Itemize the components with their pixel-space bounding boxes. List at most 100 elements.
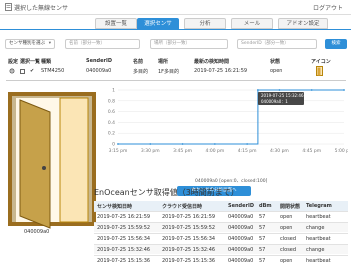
y-tick-label: 0 [112,142,115,148]
cell-senderid: 040009a0 [228,236,254,242]
series-point [278,89,281,91]
gear-icon[interactable] [9,68,15,76]
door-illustration [8,92,96,229]
y-tick-label: 0.4 [108,120,115,126]
name-search-input[interactable]: 名前（部分一致） [65,39,140,49]
tab-underline [0,29,351,30]
x-tick-label: 5:00 pm [335,148,348,154]
tab-installed-list[interactable]: 設置一覧 [95,18,137,29]
x-tick-label: 4:45 pm [302,148,321,154]
sensor-type-select[interactable]: センサ種別を選ぶ ▾ [5,39,55,49]
cell-open-state: open [280,258,293,264]
x-tick-label: 4:30 pm [270,148,289,154]
col-name: 名前 [133,59,144,65]
cell-telegram: change [306,247,325,253]
table-row: 2019-07-25 16:21:59 2019-07-25 16:21:59 04… [94,211,348,221]
tab-addon-settings[interactable]: アドオン設定 [278,18,328,29]
series-point [149,143,152,145]
cell-dbm: 57 [259,258,266,264]
y-tick-label: 1 [112,88,115,94]
cell-senderid: 040009a0 [228,258,254,264]
sensor-place: 1F多目的 [158,69,180,75]
table-row: 2019-07-25 15:32:46 2019-07-25 15:32:46 04… [94,244,348,254]
sensor-row[interactable]: ✔ STM4250 040009a0 多目的 1F多目的 2019-07-25 … [8,66,348,78]
cell-received-at: 2019-07-25 15:56:34 [162,236,216,242]
sensor-type-value: センサ種別を選ぶ [9,41,45,46]
col-icon: アイコン [311,59,331,65]
cell-telegram: change [306,225,325,231]
door-caption: 040009a0 [24,229,50,235]
y-tick-label: 0.2 [108,131,115,137]
series-point [117,143,119,145]
cell-telegram: heartbeat [306,236,331,242]
page-title: 選択した無線センサ [14,5,69,12]
tab-analysis[interactable]: 分析 [184,18,226,29]
series-point [343,89,345,91]
sensor-last-detected: 2019-07-25 16:21:59 [194,68,248,74]
table-row: 2019-07-25 15:15:36 2019-07-25 15:15:36 04… [94,255,348,265]
cell-received-at: 2019-07-25 15:32:46 [162,247,216,253]
cell-open-state: open [280,225,293,231]
cell-received-at: 2019-07-25 16:21:59 [162,214,216,220]
section-divider [6,80,346,81]
cell-detected-at: 2019-07-25 15:56:34 [97,236,151,242]
sensor-type: STM4250 [41,68,65,74]
cell-dbm: 57 [259,225,266,231]
door-open-icon [316,66,323,78]
col-detected-at: センサ検知日時 [97,204,133,210]
checkmark-icon[interactable]: ✔ [30,68,34,74]
series-point [310,89,313,91]
cell-open-state: open [280,214,293,220]
y-tick-label: 0.6 [108,109,115,115]
cell-detected-at: 2019-07-25 16:21:59 [97,214,151,220]
tab-selected-sensor[interactable]: 選択センサ [137,18,179,29]
app-header: 選択した無線センサ ログアウト [0,0,351,15]
chart-caption: 040009a0 [open:0、closed:100] [195,179,268,184]
sensor-state: open [270,68,283,74]
cell-senderid: 040009a0 [228,247,254,253]
table-row: 2019-07-25 15:56:34 2019-07-25 15:56:34 04… [94,233,348,243]
col-open-state: 開閉状態 [280,204,301,210]
col-place: 場所 [158,59,169,65]
cell-detected-at: 2019-07-25 15:32:46 [97,247,151,253]
cell-senderid: 040009a0 [228,214,254,220]
col-select: 選択 [20,59,31,65]
col-state: 状態 [270,59,281,65]
cell-received-at: 2019-07-25 15:15:36 [162,258,216,264]
col-list: 一覧 [30,59,41,65]
cell-dbm: 57 [259,214,266,220]
col-type: 種類 [41,59,52,65]
cell-open-state: closed [280,236,297,242]
series-point [181,143,184,145]
y-tick-label: 0.8 [108,98,115,104]
col-dbm: dBm [259,203,272,209]
chevron-down-icon: ▾ [48,41,51,46]
place-search-input[interactable]: 場所（部分一致） [150,39,228,49]
search-button[interactable]: 検索 [325,39,347,49]
sensor-senderid: 040009a0 [86,68,112,74]
cell-telegram: heartbeat [306,258,331,264]
cell-senderid: 040009a0 [228,225,254,231]
sensor-line-chart: 1 0.8 0.6 0.4 0.2 03:15 pm 3:30 pm 3:45 pm 4:00 … [108,88,348,155]
enocean-section-title: EnOceanセンサ取得値（3時間前まで） [94,188,239,197]
col-eo-senderid: SenderID [228,203,254,209]
col-last-detected: 最新の検知時間 [194,59,230,65]
logout-link[interactable]: ログアウト [313,3,343,12]
x-tick-label: 4:00 pm [205,148,224,154]
cell-detected-at: 2019-07-25 15:15:36 [97,258,151,264]
select-checkbox[interactable] [20,69,25,76]
cell-dbm: 57 [259,247,266,253]
senderid-search-input[interactable]: SenderID（部分一致） [237,39,317,49]
chart-tooltip-value: 040009a0：1 [261,99,288,104]
sensor-table-header: 設定 選択 一覧 種類 SenderID 名前 場所 最新の検知時間 状態 アイ… [8,58,348,68]
x-tick-label: 3:45 pm [173,148,192,154]
cell-detected-at: 2019-07-25 15:59:52 [97,225,151,231]
col-settings: 設定 [8,59,19,65]
cell-dbm: 57 [259,236,266,242]
series-point [213,143,216,145]
series-point [257,89,259,91]
table-row: 2019-07-25 15:59:52 2019-07-25 15:59:52 04… [94,222,348,232]
tab-mail[interactable]: メール [231,18,273,29]
sensor-name: 多目的 [133,69,149,75]
chart-tooltip-title: 2019-07-25 15:32:46 [261,93,304,98]
